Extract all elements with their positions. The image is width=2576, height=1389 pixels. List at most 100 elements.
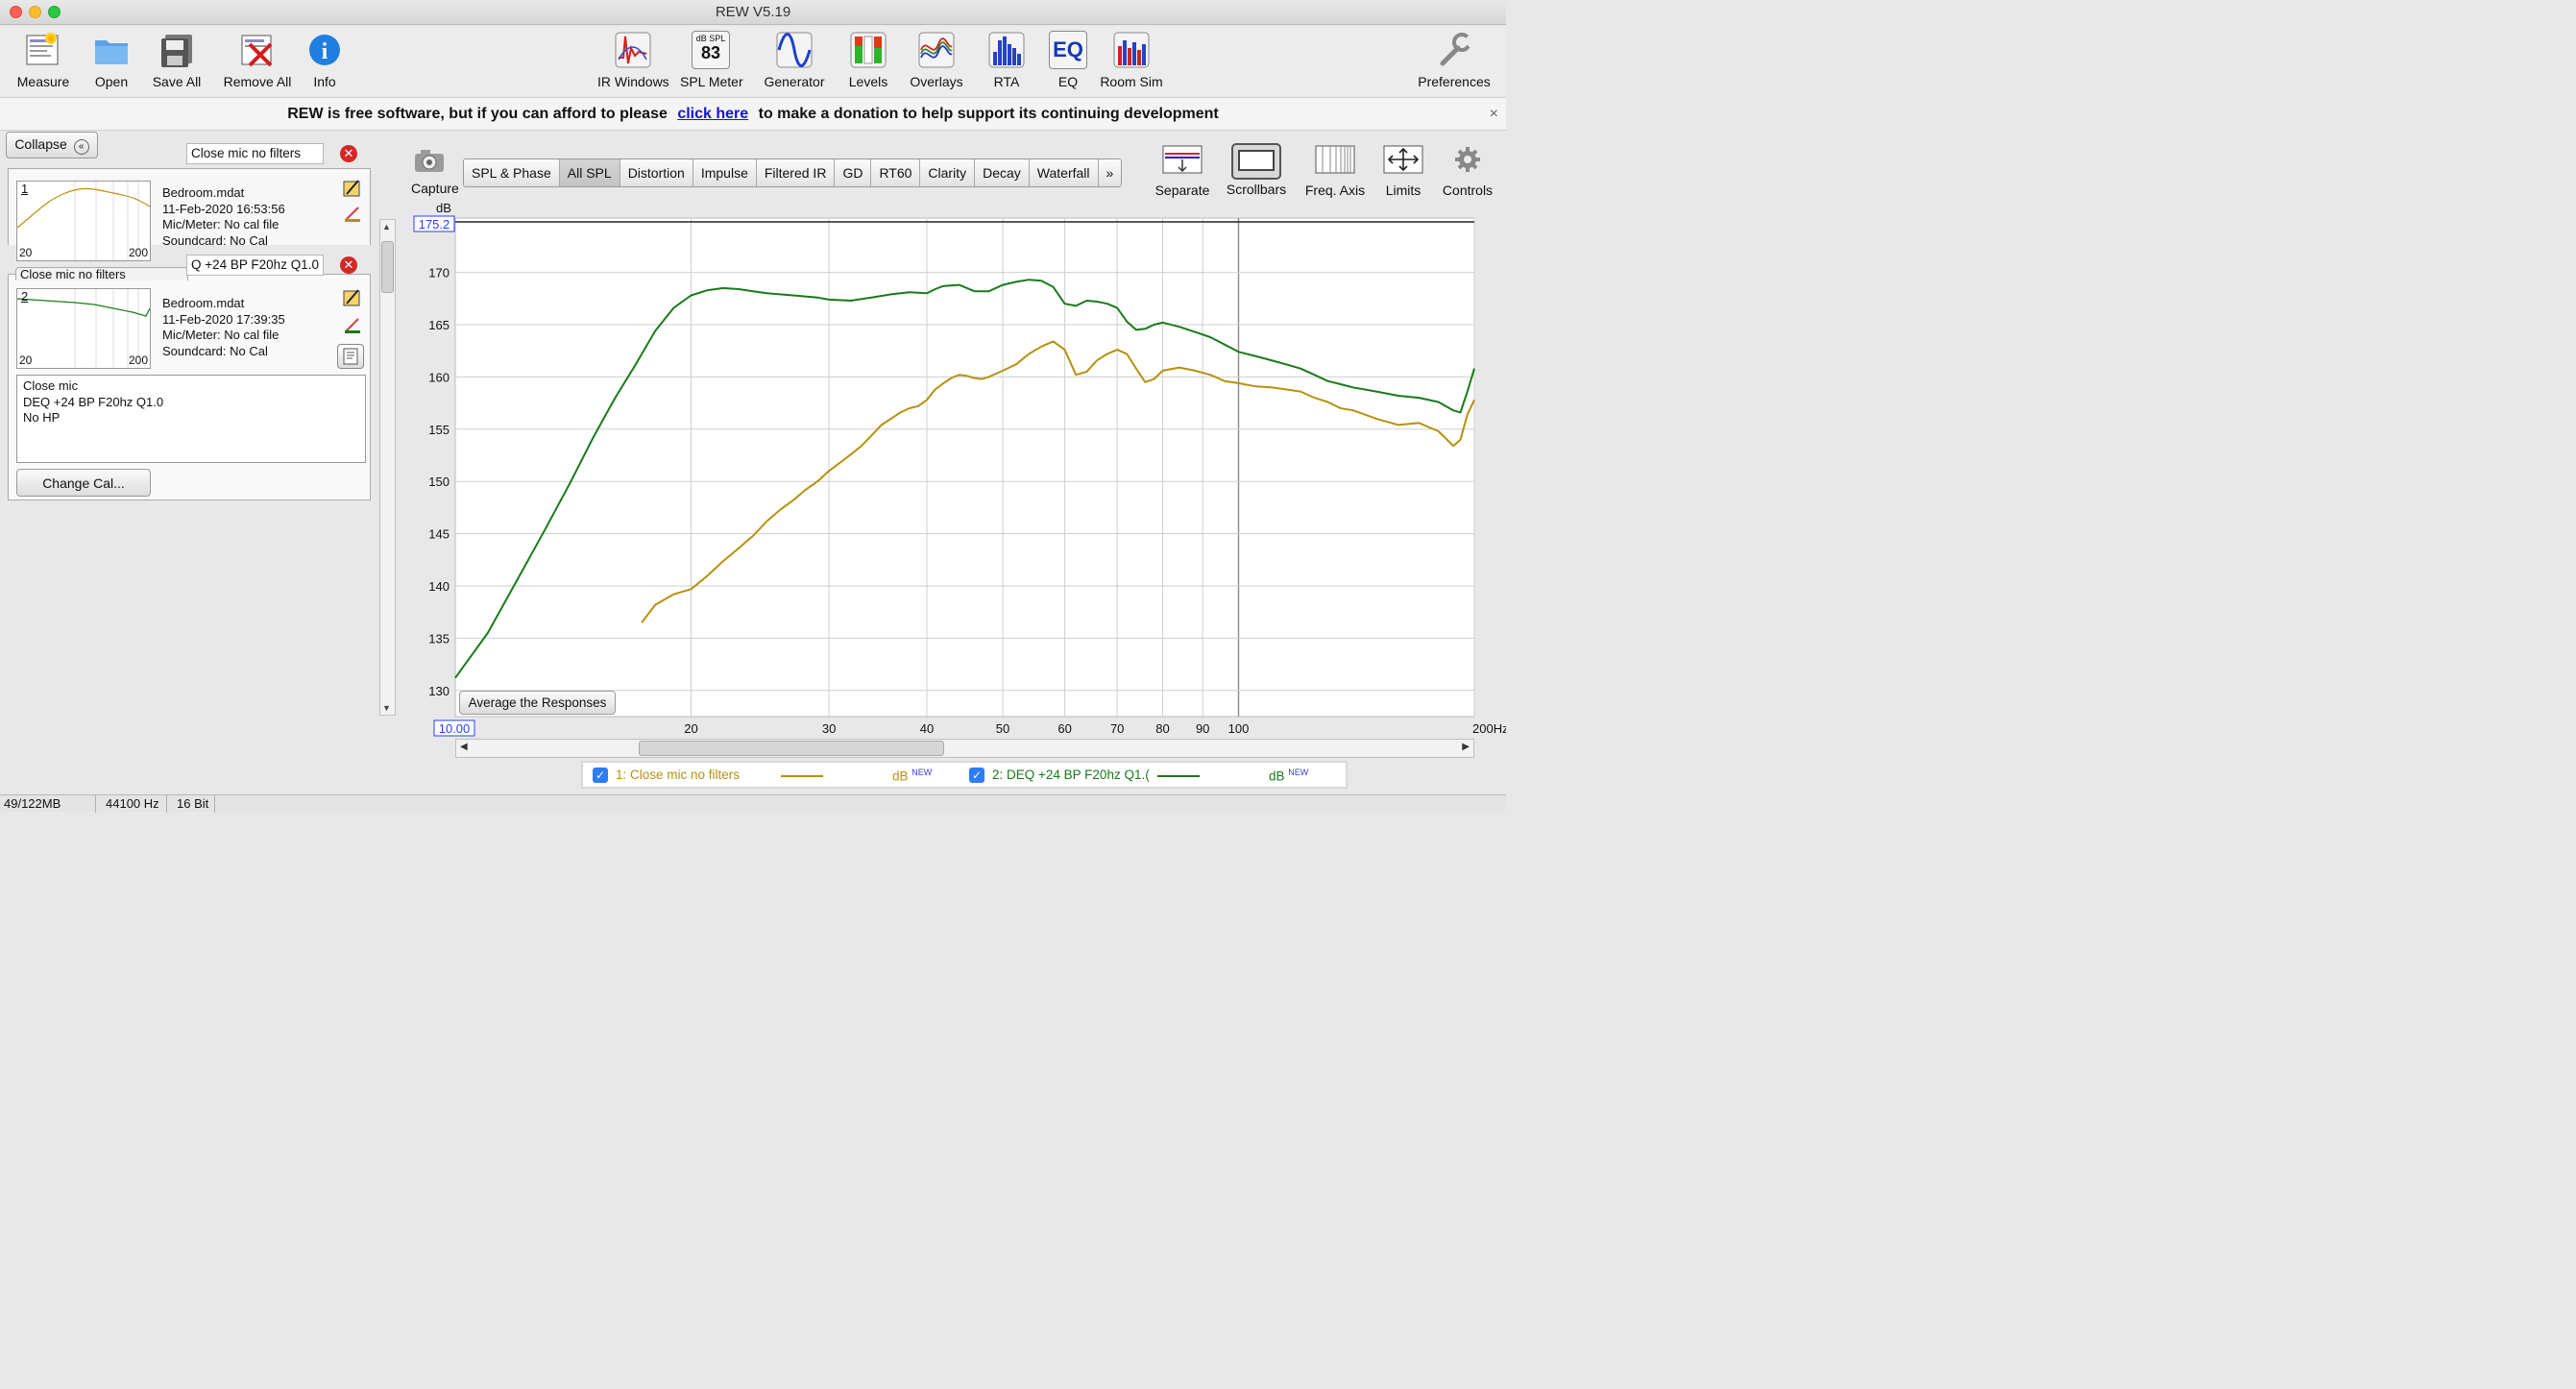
controls-button[interactable]: Controls (1439, 145, 1496, 198)
limits-button[interactable]: Limits (1381, 145, 1425, 198)
panel-scrollbar[interactable]: ▲ ▼ (379, 219, 396, 716)
tab-all-spl[interactable]: All SPL (559, 159, 620, 186)
remove-all-button[interactable]: Remove All (221, 31, 294, 89)
legend-label-2: 2: DEQ +24 BP F20hz Q1.( (992, 768, 1150, 782)
remove-all-label: Remove All (223, 74, 292, 89)
collapse-label: Collapse (14, 135, 67, 152)
measure-button[interactable]: Measure (15, 31, 71, 89)
notes-textarea[interactable]: Close mic DEQ +24 BP F20hz Q1.0 No HP (16, 375, 366, 463)
measurement-card-2[interactable]: 2 20 200 Bedroom.mdat 11-Feb-2020 17:39:… (8, 274, 371, 500)
measurement-name-field-1[interactable]: Close mic no filters (186, 143, 324, 164)
measure-label: Measure (16, 74, 70, 89)
rta-button[interactable]: RTA (987, 31, 1026, 89)
notes-icon (343, 348, 358, 365)
save-all-label: Save All (152, 74, 202, 89)
room-sim-button[interactable]: Room Sim (1099, 31, 1164, 89)
measurements-panel: Collapse « 1 20 200 Bedroom.mdat 11-Feb-… (6, 132, 372, 794)
measurement-info-1: Bedroom.mdat 11-Feb-2020 16:53:56 Mic/Me… (162, 185, 285, 249)
graph-horizontal-scrollbar[interactable]: ◀ ▶ (455, 739, 1474, 758)
overlays-button[interactable]: Overlays (907, 31, 966, 89)
change-cal-button[interactable]: Change Cal... (16, 469, 151, 497)
sample-rate: 44100 Hz (102, 795, 167, 813)
scroll-down-arrow-icon[interactable]: ▼ (382, 703, 391, 713)
tab-impulse[interactable]: Impulse (693, 159, 757, 186)
scroll-up-arrow-icon[interactable]: ▲ (382, 222, 391, 232)
donation-banner: REW is free software, but if you can aff… (0, 97, 1506, 131)
legend-checkbox-1[interactable]: ✓ (593, 768, 608, 783)
bit-depth: 16 Bit (173, 795, 215, 813)
tab-waterfall[interactable]: Waterfall (1029, 159, 1099, 186)
remove-measurement-icon-1[interactable]: ✕ (340, 145, 357, 162)
scroll-left-arrow-icon[interactable]: ◀ (460, 742, 468, 752)
preferences-button[interactable]: Preferences (1416, 31, 1493, 89)
measurement-info-2: Bedroom.mdat 11-Feb-2020 17:39:35 Mic/Me… (162, 296, 285, 359)
tab-distortion[interactable]: Distortion (620, 159, 693, 186)
ir-windows-button[interactable]: IR Windows (597, 31, 669, 89)
edit-info-icon-1[interactable] (343, 179, 362, 198)
line-color-icon-2[interactable] (343, 315, 362, 334)
donation-link[interactable]: click here (677, 106, 748, 122)
overlays-label: Overlays (910, 74, 963, 89)
wrench-icon (1440, 33, 1473, 66)
average-responses-button[interactable]: Average the Responses (459, 691, 616, 715)
eq-button[interactable]: EQ EQ (1049, 31, 1087, 89)
legend-checkbox-2[interactable]: ✓ (969, 768, 984, 783)
measurement-tab-label-2[interactable]: Close mic no filters (15, 267, 188, 280)
gear-icon (1455, 147, 1480, 172)
notes-toggle-button[interactable] (337, 344, 364, 369)
levels-button[interactable]: Levels (845, 31, 891, 89)
tab-more-icon[interactable]: » (1098, 159, 1122, 186)
measurement-thumbnail-1[interactable]: 1 20 200 (16, 181, 151, 261)
limits-label: Limits (1385, 183, 1422, 198)
spl-meter-button[interactable]: dB SPL 83 SPL Meter (680, 31, 743, 89)
generator-label: Generator (764, 74, 825, 89)
legend-label-1: 1: Close mic no filters (616, 768, 741, 782)
ir-windows-label: IR Windows (597, 74, 669, 89)
legend-unit-1: dB NEW (892, 768, 933, 784)
graph-scroll-thumb[interactable] (639, 741, 944, 756)
sine-wave-icon (776, 32, 813, 68)
limits-arrows-icon (1383, 145, 1423, 174)
scroll-right-arrow-icon[interactable]: ▶ (1462, 742, 1470, 752)
line-color-icon-1[interactable] (343, 204, 362, 223)
collapse-button[interactable]: Collapse « (6, 132, 98, 158)
spl-meter-icon: dB SPL 83 (692, 31, 730, 69)
tab-spl-phase[interactable]: SPL & Phase (464, 159, 560, 186)
freq-axis-icon (1315, 145, 1355, 174)
ir-windows-icon (615, 32, 651, 68)
scrollbars-icon (1231, 143, 1281, 180)
measurement-soundcard-2: Soundcard: No Cal (162, 343, 268, 358)
camera-icon (415, 150, 444, 172)
measurement-date-2: 11-Feb-2020 17:39:35 (162, 311, 285, 327)
thumb-axis-min-1: 20 (19, 246, 33, 259)
scrollbars-button[interactable]: Scrollbars (1224, 143, 1289, 197)
measurement-card-1[interactable]: 1 20 200 Bedroom.mdat 11-Feb-2020 16:53:… (8, 168, 371, 261)
tab-gd[interactable]: GD (835, 159, 872, 186)
memory-usage: 49/122MB (0, 795, 96, 813)
measurement-mic-1: Mic/Meter: No cal file (162, 217, 279, 232)
tab-clarity[interactable]: Clarity (920, 159, 976, 186)
tab-rt60[interactable]: RT60 (871, 159, 921, 186)
separate-button[interactable]: Separate (1154, 145, 1210, 198)
tab-decay[interactable]: Decay (975, 159, 1030, 186)
note-line-1: Close mic (23, 378, 79, 393)
freq-axis-button[interactable]: Freq. Axis (1302, 145, 1368, 198)
legend-unit-2: dB NEW (1269, 768, 1309, 784)
generator-button[interactable]: Generator (761, 31, 828, 89)
edit-info-icon-2[interactable] (343, 288, 362, 307)
open-button[interactable]: Open (88, 31, 134, 89)
measurement-name-field-2[interactable]: Q +24 BP F20hz Q1.0 (186, 255, 324, 276)
banner-close-icon[interactable]: × (1490, 98, 1498, 130)
save-all-button[interactable]: Save All (150, 31, 204, 89)
info-button[interactable]: i Info (305, 31, 344, 89)
tab-filtered-ir[interactable]: Filtered IR (756, 159, 836, 186)
panel-scroll-thumb[interactable] (381, 241, 394, 293)
info-label: Info (313, 74, 336, 89)
measurement-mic-2: Mic/Meter: No cal file (162, 328, 279, 342)
capture-label: Capture (411, 181, 459, 196)
note-line-2: DEQ +24 BP F20hz Q1.0 (23, 394, 164, 409)
capture-button[interactable]: Capture (411, 149, 459, 196)
thumb-axis-max-1: 200 (128, 246, 148, 259)
remove-measurement-icon-2[interactable]: ✕ (340, 256, 357, 274)
measurement-thumbnail-2[interactable]: 2 20 200 (16, 288, 151, 369)
